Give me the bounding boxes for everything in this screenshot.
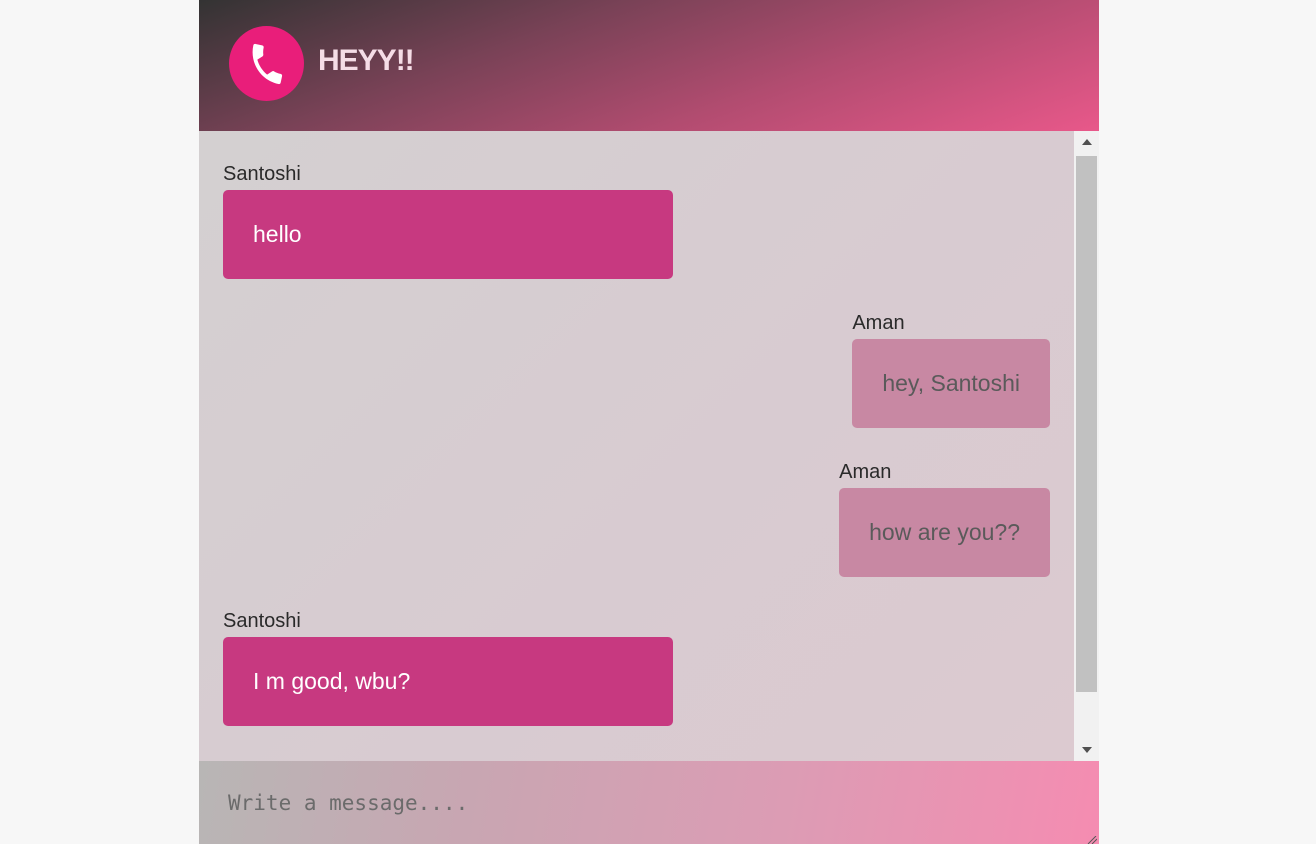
message-bubble[interactable]: hey, Santoshi — [852, 339, 1050, 428]
message-text: I m good, wbu? — [253, 668, 411, 694]
message-sender: Santoshi — [223, 163, 301, 185]
message-sender: Santoshi — [223, 610, 301, 632]
phone-icon[interactable] — [229, 26, 304, 101]
scrollbar[interactable] — [1074, 131, 1099, 761]
message-bubble[interactable]: hello — [223, 190, 673, 279]
chat-header: HEYY!! — [199, 0, 1099, 131]
message-text: hey, Santoshi — [882, 370, 1020, 396]
chat-app: HEYY!! Santoshi hello Aman hey, Santoshi… — [199, 0, 1099, 844]
message-sender: Aman — [839, 461, 892, 483]
scroll-up-arrow-icon[interactable] — [1074, 131, 1099, 153]
scrollbar-thumb[interactable] — [1076, 156, 1097, 692]
message-composer — [199, 761, 1099, 844]
message-input[interactable] — [199, 761, 1099, 844]
message-bubble[interactable]: how are you?? — [839, 488, 1050, 577]
message-item: Santoshi hello — [223, 163, 673, 279]
message-text: hello — [253, 221, 302, 247]
message-item: Aman how are you?? — [839, 461, 1050, 577]
message-sender: Aman — [852, 312, 905, 334]
message-item: Santoshi I m good, wbu? — [223, 610, 673, 726]
message-text: how are you?? — [869, 519, 1020, 545]
message-item: Aman hey, Santoshi — [852, 312, 1050, 428]
scroll-down-arrow-icon[interactable] — [1074, 739, 1099, 761]
page-title: HEYY!! — [318, 44, 415, 77]
message-bubble[interactable]: I m good, wbu? — [223, 637, 673, 726]
resize-grip-icon[interactable] — [1087, 836, 1097, 844]
message-list[interactable]: Santoshi hello Aman hey, Santoshi Aman h… — [199, 131, 1099, 761]
